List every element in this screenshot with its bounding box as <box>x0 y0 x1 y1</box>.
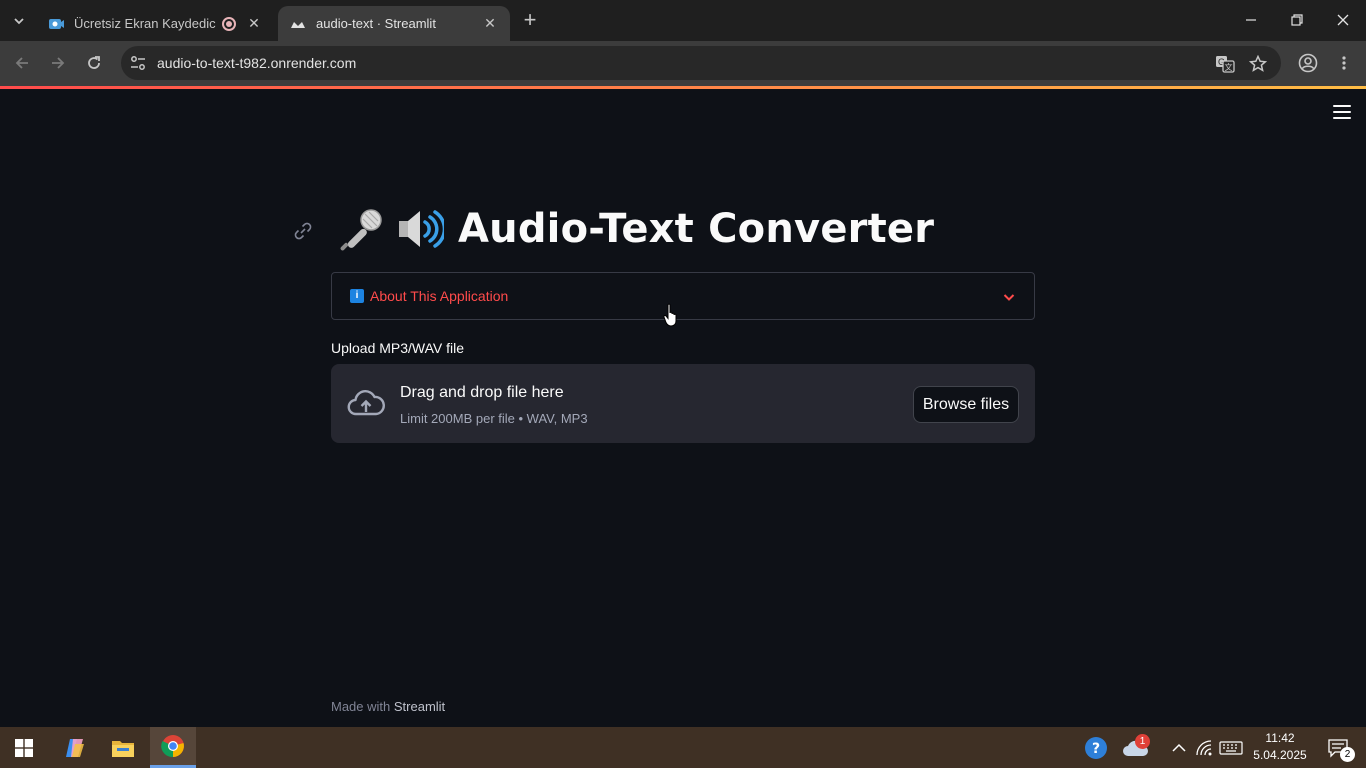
app-menu-icon[interactable] <box>1333 105 1351 119</box>
windows-taskbar: ? 1 11:42 5.04.2025 2 <box>0 727 1366 768</box>
footer: Made with Streamlit <box>331 699 445 714</box>
minimize-button[interactable] <box>1228 0 1274 40</box>
system-clock[interactable]: 11:42 5.04.2025 <box>1252 730 1308 764</box>
page-title-row: Audio-Text Converter <box>338 201 934 257</box>
tab-search-button[interactable] <box>6 8 32 34</box>
svg-text:?: ? <box>1092 741 1100 757</box>
screen-recorder-favicon-icon <box>48 16 64 32</box>
forward-button[interactable] <box>44 49 72 77</box>
more-vertical-icon <box>1342 56 1346 70</box>
tab-title: audio-text · Streamlit <box>316 16 436 31</box>
browser-menu-button[interactable] <box>1330 49 1358 77</box>
link-icon[interactable] <box>292 220 314 242</box>
reload-button[interactable] <box>80 49 108 77</box>
star-icon <box>1249 55 1267 72</box>
site-settings-icon[interactable] <box>129 54 147 72</box>
browser-title-bar: Ücretsiz Ekran Kaydedici – V ✕ audio-tex… <box>0 0 1366 41</box>
bookmark-button[interactable] <box>1248 54 1268 74</box>
keyboard-icon <box>1219 740 1243 755</box>
clock-date: 5.04.2025 <box>1253 748 1307 762</box>
browser-toolbar: audio-to-text-t982.onrender.com G文 <box>0 41 1366 86</box>
arrow-right-icon <box>52 57 65 69</box>
restore-button[interactable] <box>1274 0 1320 40</box>
help-icon: ? <box>1085 736 1107 759</box>
url-text: audio-to-text-t982.onrender.com <box>157 55 357 71</box>
recording-indicator-icon <box>222 16 236 31</box>
translate-icon: G文 <box>1216 56 1235 73</box>
close-window-button[interactable] <box>1320 0 1366 40</box>
info-icon: i <box>350 289 364 303</box>
chevron-down-icon <box>14 18 24 25</box>
close-tab-icon[interactable]: ✕ <box>482 15 498 32</box>
footer-prefix: Made with <box>331 699 394 714</box>
streamlit-main: Audio-Text Converter i About This Applic… <box>0 89 1366 727</box>
tab-audio-text[interactable]: audio-text · Streamlit ✕ <box>278 6 510 41</box>
svg-text:文: 文 <box>1225 62 1233 72</box>
folder-icon <box>112 740 134 757</box>
windows-logo-icon <box>15 738 33 757</box>
back-button[interactable] <box>8 49 36 77</box>
copilot-icon <box>66 738 84 757</box>
reload-icon <box>88 56 100 69</box>
chrome-taskbar-button[interactable] <box>150 727 196 768</box>
about-expander[interactable]: i About This Application <box>331 272 1035 320</box>
clock-time: 11:42 <box>1265 731 1295 745</box>
page-title: Audio-Text Converter <box>458 206 935 252</box>
microphone-icon <box>340 209 382 251</box>
profile-button[interactable] <box>1294 49 1322 77</box>
address-bar[interactable]: audio-to-text-t982.onrender.com G文 <box>121 46 1281 80</box>
weather-button[interactable]: 1 <box>1120 727 1150 768</box>
tab-screen-recorder[interactable]: Ücretsiz Ekran Kaydedici – V ✕ <box>36 6 274 41</box>
show-hidden-icons-button[interactable] <box>1168 727 1190 768</box>
file-explorer-button[interactable] <box>100 727 146 768</box>
chevron-down-icon <box>1003 294 1015 301</box>
browse-files-button[interactable]: Browse files <box>913 386 1019 423</box>
upload-label: Upload MP3/WAV file <box>331 340 465 356</box>
notification-count-badge: 2 <box>1340 747 1355 762</box>
chrome-icon <box>161 735 184 758</box>
cloud-upload-icon <box>347 390 385 416</box>
start-button[interactable] <box>0 727 48 768</box>
footer-streamlit-link[interactable]: Streamlit <box>394 699 445 714</box>
arrow-left-icon <box>15 57 28 69</box>
dropzone-limit: Limit 200MB per file • WAV, MP3 <box>400 411 588 426</box>
minimize-icon <box>1246 19 1256 21</box>
network-button[interactable] <box>1192 727 1216 768</box>
translate-button[interactable]: G文 <box>1215 54 1235 74</box>
weather-badge: 1 <box>1135 734 1150 749</box>
chevron-up-icon <box>1172 743 1186 752</box>
close-icon <box>1337 14 1349 26</box>
tab-title: Ücretsiz Ekran Kaydedici – V <box>74 16 216 31</box>
dropzone-instructions: Drag and drop file here <box>400 384 564 401</box>
new-tab-button[interactable]: + <box>518 9 542 33</box>
expander-label: About This Application <box>370 288 509 304</box>
restore-icon <box>1291 14 1303 26</box>
wifi-icon <box>1196 739 1212 755</box>
hand-cursor-icon <box>663 303 677 327</box>
speaker-icon <box>399 210 444 248</box>
profile-icon <box>1298 53 1318 73</box>
help-button[interactable]: ? <box>1082 727 1110 768</box>
copilot-button[interactable] <box>52 727 98 768</box>
touch-keyboard-button[interactable] <box>1216 727 1246 768</box>
close-tab-icon[interactable]: ✕ <box>246 15 262 32</box>
action-center-button[interactable]: 2 <box>1318 727 1358 768</box>
file-dropzone[interactable]: Drag and drop file here Limit 200MB per … <box>331 364 1035 443</box>
streamlit-favicon-icon <box>290 16 306 32</box>
